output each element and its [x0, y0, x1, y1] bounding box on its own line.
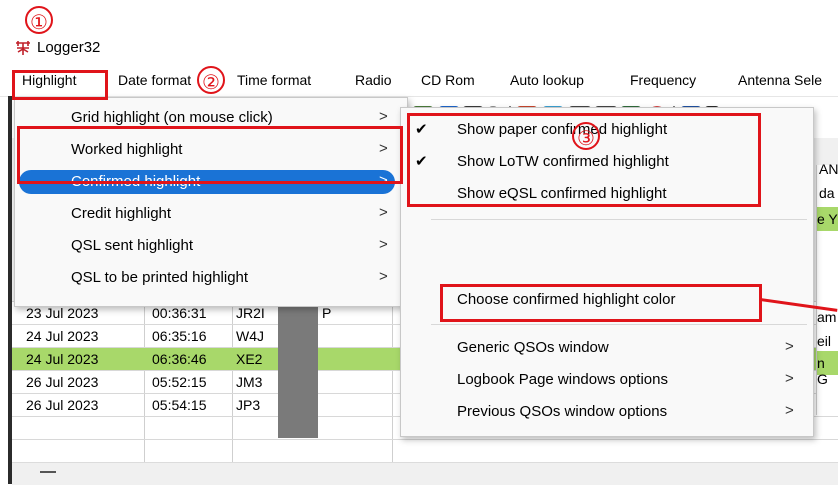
chevron-right-icon: >: [379, 236, 388, 253]
menu-item-label: Logbook Page windows options: [457, 371, 668, 388]
cell-time: 05:54:15: [152, 397, 207, 413]
annotation-box-worked-confirmed: [17, 126, 403, 184]
status-bar: [12, 462, 838, 485]
menu-item-label: QSL sent highlight: [71, 237, 194, 254]
cell-time: 05:52:15: [152, 374, 207, 390]
right-column-fragment: AN da e Y am eil n G: [816, 161, 838, 415]
title-bar: [0, 0, 838, 66]
cell-date: 26 Jul 2023: [26, 397, 99, 413]
redaction-block: [278, 301, 318, 438]
menu-time-format[interactable]: Time format: [237, 72, 311, 88]
cell-call: JM3: [236, 374, 263, 390]
annotation-number-2: ②: [197, 66, 225, 94]
cell-time: 06:35:16: [152, 328, 207, 344]
chevron-right-icon: >: [379, 108, 388, 125]
cell-time: 06:36:46: [152, 351, 207, 367]
fragment-text: AN: [819, 161, 838, 177]
cell-date: 24 Jul 2023: [26, 328, 99, 344]
menu-item-label: QSL to be printed highlight: [71, 269, 249, 286]
minimize-icon[interactable]: [40, 471, 56, 473]
fragment-text: da: [819, 185, 835, 201]
menu-item-logbook-page-options[interactable]: Logbook Page windows options >: [401, 366, 813, 394]
fragment-text: e Y: [817, 211, 838, 227]
menu-separator: [431, 219, 807, 220]
menu-item-label: Previous QSOs window options: [457, 403, 668, 420]
annotation-box-choose-color: [440, 284, 762, 322]
chevron-right-icon: >: [785, 338, 794, 355]
menu-item-qsl-to-be-printed-highlight[interactable]: QSL to be printed highlight >: [15, 264, 407, 292]
cell-time: 00:36:31: [152, 305, 207, 321]
menu-item-label: Generic QSOs window: [457, 339, 609, 356]
menu-bar: Highlight Date format Time format Radio …: [0, 66, 838, 97]
cell-call: JP3: [236, 397, 261, 413]
menu-separator: [431, 324, 807, 325]
cell-call: XE2: [236, 351, 263, 367]
menu-date-format[interactable]: Date format: [118, 72, 191, 88]
annotation-number-3: ③: [572, 122, 600, 150]
fragment-text: n G: [817, 355, 828, 387]
menu-auto-lookup[interactable]: Auto lookup: [510, 72, 584, 88]
cell-date: 23 Jul 2023: [26, 305, 99, 321]
app-logo-icon: [16, 41, 30, 55]
menu-item-credit-highlight[interactable]: Credit highlight >: [15, 200, 407, 228]
menu-cd-rom[interactable]: CD Rom: [421, 72, 475, 88]
window-title: Logger32: [37, 39, 101, 56]
annotation-number-1: ①: [25, 6, 53, 34]
chevron-right-icon: >: [379, 204, 388, 221]
menu-item-generic-qsos-window[interactable]: Generic QSOs window >: [401, 334, 813, 362]
menu-item-previous-qsos-options[interactable]: Previous QSOs window options >: [401, 398, 813, 426]
menu-item-qsl-sent-highlight[interactable]: QSL sent highlight >: [15, 232, 407, 260]
cell-date: 24 Jul 2023: [26, 351, 99, 367]
chevron-right-icon: >: [379, 268, 388, 285]
cell-call: W4J: [236, 328, 264, 344]
annotation-box-highlight-menu: [12, 70, 108, 100]
menu-frequency[interactable]: Frequency: [630, 72, 696, 88]
chevron-right-icon: >: [785, 370, 794, 387]
chevron-right-icon: >: [785, 402, 794, 419]
menu-antenna-select[interactable]: Antenna Sele: [738, 72, 822, 88]
menu-radio[interactable]: Radio: [355, 72, 392, 88]
menu-item-label: Grid highlight (on mouse click): [71, 109, 273, 126]
cell-call: JR2I: [236, 305, 265, 321]
menu-item-label: Credit highlight: [71, 205, 172, 222]
cell-date: 26 Jul 2023: [26, 374, 99, 390]
cell-extra: P: [322, 305, 332, 321]
fragment-text: eil: [817, 333, 832, 349]
